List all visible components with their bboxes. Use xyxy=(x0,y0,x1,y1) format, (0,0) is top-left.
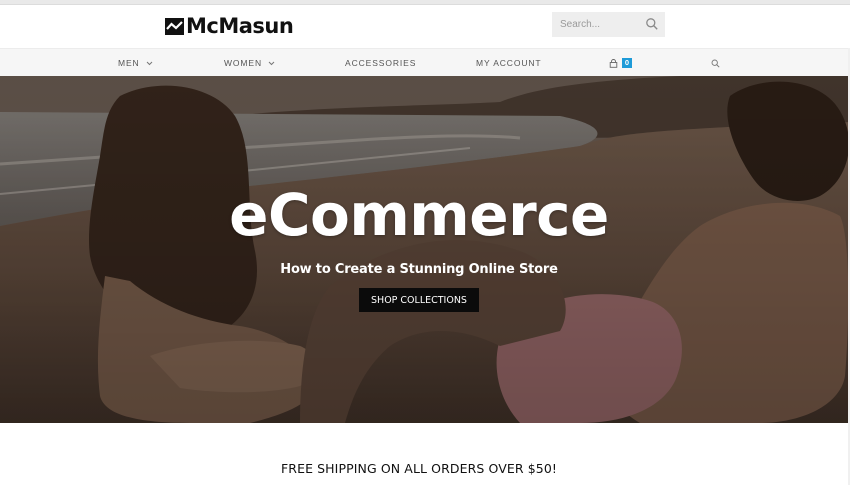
hero-subtitle: How to Create a Stunning Online Store xyxy=(280,262,558,277)
chevron-down-icon xyxy=(268,61,275,65)
brand-name: McMasun xyxy=(186,14,294,38)
nav-item-label: WOMEN xyxy=(224,58,263,68)
hero-title: eCommerce xyxy=(229,181,609,249)
chevron-down-icon xyxy=(146,61,152,65)
cart-count-badge: 0 xyxy=(622,58,632,68)
free-shipping-banner: FREE SHIPPING ON ALL ORDERS OVER $50! xyxy=(281,461,557,476)
search-icon[interactable] xyxy=(645,17,659,31)
nav-cart[interactable]: 0 xyxy=(609,49,632,77)
nav-search[interactable] xyxy=(711,49,720,77)
site-logo[interactable]: McMasun xyxy=(165,13,294,39)
hero-background-image xyxy=(0,76,850,423)
nav-item-accessories[interactable]: ACCESSORIES xyxy=(345,49,416,77)
search-box xyxy=(552,12,665,37)
nav-item-men[interactable]: MEN xyxy=(118,49,153,77)
nav-item-my-account[interactable]: MY ACCOUNT xyxy=(476,49,542,77)
shop-collections-button[interactable]: SHOP COLLECTIONS xyxy=(359,288,479,312)
cart-icon xyxy=(609,58,618,68)
nav-item-label: MY ACCOUNT xyxy=(476,58,542,68)
hero-banner: eCommerce How to Create a Stunning Onlin… xyxy=(0,76,850,423)
nav-search-icon xyxy=(711,59,720,68)
nav-item-label: MEN xyxy=(118,58,140,68)
logo-mark-icon xyxy=(165,17,184,35)
nav-item-label: ACCESSORIES xyxy=(345,58,417,68)
nav-item-women[interactable]: WOMEN xyxy=(224,49,275,77)
site-header: McMasun xyxy=(0,5,850,48)
main-nav: MEN WOMEN ACCESSORIES MY ACCOUNT 0 xyxy=(0,48,850,76)
search-input[interactable] xyxy=(552,12,640,37)
